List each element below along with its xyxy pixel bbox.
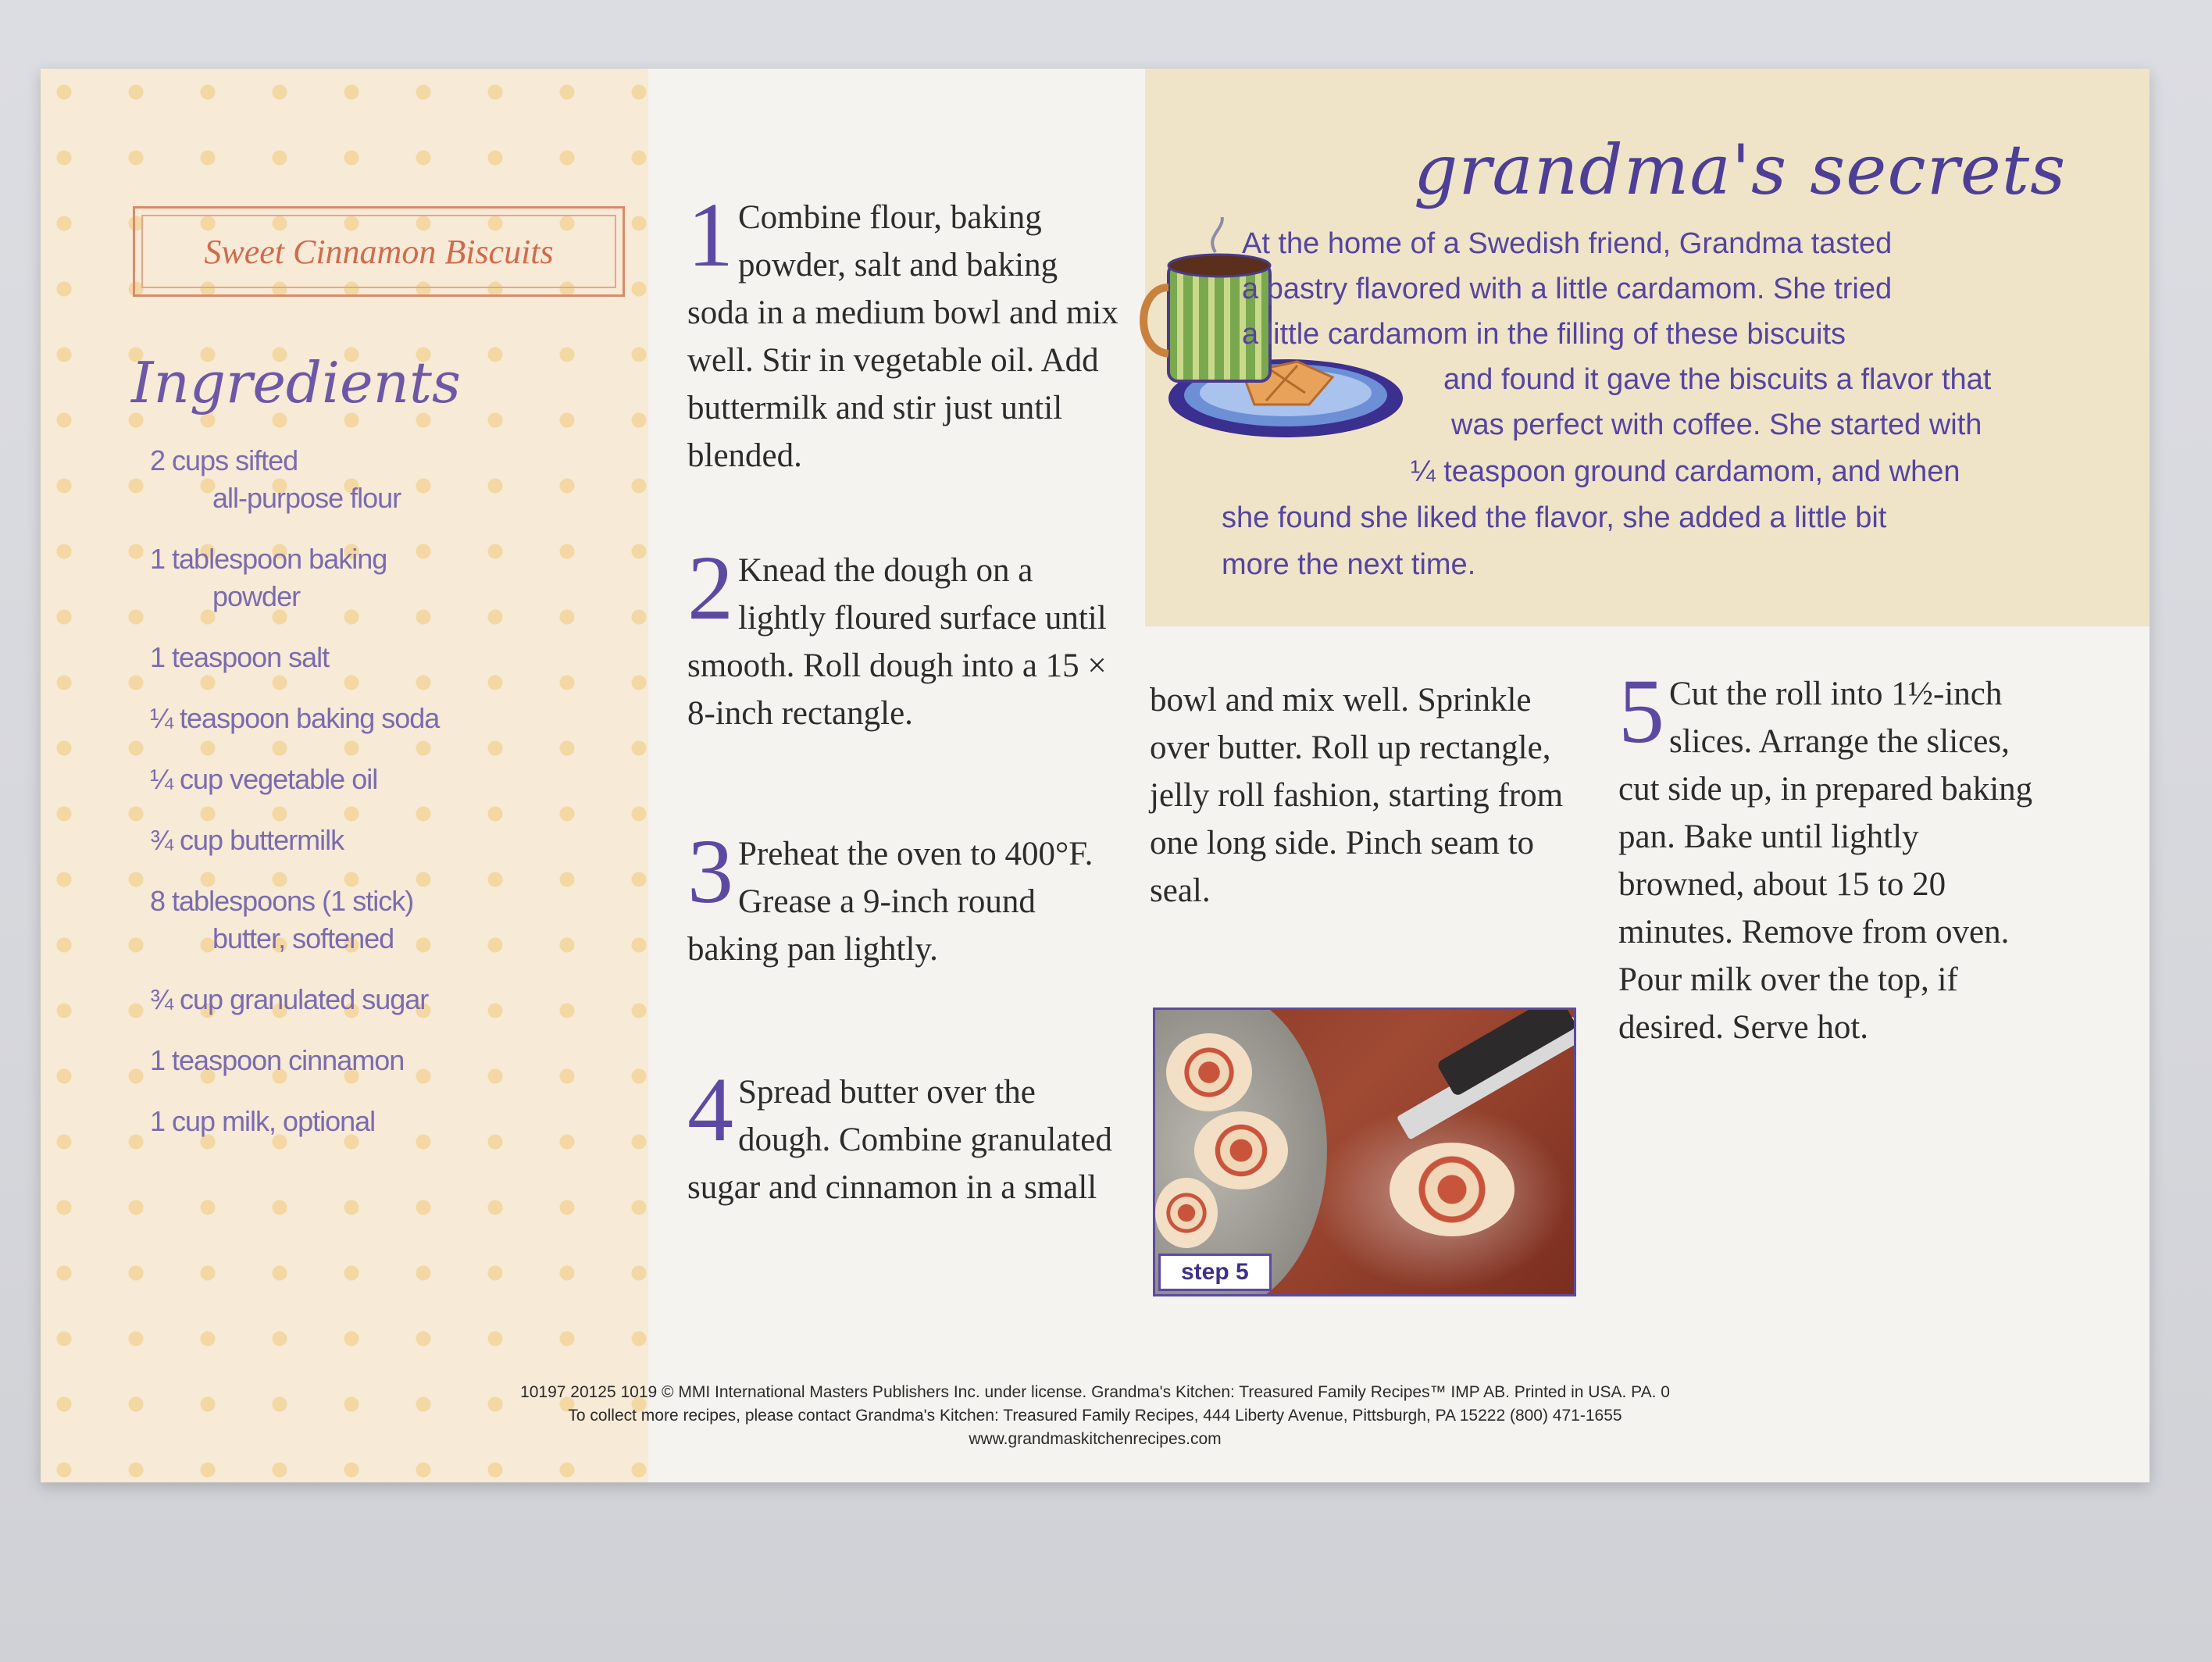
ingredient-item: 1 teaspoon salt — [150, 639, 587, 676]
ingredient-item: 2 cups sifted all-purpose flour — [150, 442, 587, 517]
secret-text-line: was perfect with coffee. She started wit… — [1451, 408, 1982, 441]
website-link[interactable]: www.grandmaskitchenrecipes.com — [41, 1428, 2150, 1451]
ingredient-line: ¾ cup buttermilk — [150, 824, 344, 856]
secret-text-line: ¼ teaspoon ground cardamom, and when — [1411, 455, 1960, 488]
photo-step-label: step 5 — [1158, 1254, 1272, 1291]
step-number: 5 — [1618, 660, 1664, 762]
ingredient-item: ¼ teaspoon baking soda — [150, 700, 587, 737]
ingredient-line: ¾ cup granulated sugar — [150, 983, 429, 1015]
ingredient-line: all-purpose flour — [212, 482, 401, 514]
ingredient-line: powder — [212, 580, 301, 612]
ingredients-list: 2 cups sifted all-purpose flour 1 tablesp… — [150, 442, 587, 1164]
secret-text-line: At the home of a Swedish friend, Grandma… — [1242, 227, 1893, 260]
secrets-heading: grandma's secrets — [1414, 130, 2067, 210]
recipe-title: Sweet Cinnamon Biscuits — [204, 232, 554, 271]
step-text: bowl and mix well. Sprinkle over butter.… — [1150, 682, 1564, 909]
ingredient-line: 1 cup milk, optional — [150, 1105, 376, 1137]
step-4-continued: bowl and mix well. Sprinkle over butter.… — [1150, 676, 1587, 915]
ingredients-sidebar: Sweet Cinnamon Biscuits Ingredients 2 cu… — [41, 69, 648, 1482]
recipe-card: Sweet Cinnamon Biscuits Ingredients 2 cu… — [41, 69, 2150, 1482]
card-footer: 10197 20125 1019 © MMI International Mas… — [41, 1381, 2150, 1451]
step-text: Cut the roll into 1½-inch slices. Arrang… — [1618, 676, 2033, 1046]
ingredient-line: ¼ cup vegetable oil — [150, 763, 378, 795]
ingredient-line: 1 tablespoon baking — [150, 543, 387, 575]
step-number: 3 — [687, 820, 733, 922]
step-text: Knead the dough on a lightly floured sur… — [687, 552, 1107, 732]
ingredient-line: 1 teaspoon salt — [150, 641, 330, 673]
secret-text-line: and found it gave the biscuits a flavor … — [1443, 363, 1992, 396]
ingredient-item: 1 teaspoon cinnamon — [150, 1042, 587, 1079]
secret-text-line: a little cardamom in the filling of thes… — [1242, 318, 1846, 351]
ingredient-line: butter, softened — [212, 922, 394, 954]
biscuit-slice-image — [1194, 1111, 1288, 1189]
step-text: Spread butter over the dough. Combine gr… — [687, 1074, 1112, 1206]
ingredient-line: 8 tablespoons (1 stick) — [150, 885, 414, 917]
step-3: 3 Preheat the oven to 400°F. Grease a 9-… — [687, 820, 1109, 973]
ingredient-item: 8 tablespoons (1 stick) butter, softened — [150, 883, 587, 958]
recipe-title-box: Sweet Cinnamon Biscuits — [133, 206, 625, 297]
step-5-photo: step 5 — [1153, 1008, 1576, 1296]
biscuit-slice-image — [1155, 1178, 1218, 1248]
step-2: 2 Knead the dough on a lightly floured s… — [687, 537, 1122, 737]
grandmas-secrets-panel: grandma's secrets At the home of a Swedi… — [1140, 69, 2150, 626]
step-number: 1 — [687, 184, 733, 286]
ingredient-line: 2 cups sifted — [150, 444, 298, 476]
secret-text-line: a pastry flavored with a little cardamom… — [1242, 273, 1893, 305]
ingredient-item: 1 tablespoon baking powder — [150, 540, 587, 615]
contact-line: To collect more recipes, please contact … — [568, 1407, 1622, 1425]
biscuit-slice-image — [1166, 1033, 1252, 1111]
step-5: 5 Cut the roll into 1½-inch slices. Arra… — [1618, 660, 2040, 1051]
step-number: 4 — [687, 1058, 733, 1161]
ingredients-heading: Ingredients — [131, 350, 461, 416]
ingredient-item: 1 cup milk, optional — [150, 1103, 587, 1140]
ingredient-line: ¼ teaspoon baking soda — [150, 702, 440, 734]
step-4: 4 Spread butter over the dough. Combine … — [687, 1058, 1125, 1211]
step-text: Preheat the oven to 400°F. Grease a 9-in… — [687, 836, 1094, 968]
copyright-line: 10197 20125 1019 © MMI International Mas… — [520, 1383, 1670, 1401]
step-number: 2 — [687, 537, 733, 639]
dough-roll-image — [1390, 1143, 1515, 1236]
ingredient-item: ¼ cup vegetable oil — [150, 761, 587, 798]
secret-text-line: more the next time. — [1222, 548, 1476, 581]
ingredient-item: ¾ cup granulated sugar — [150, 981, 587, 1018]
ingredient-line: 1 teaspoon cinnamon — [150, 1044, 405, 1076]
step-text: Combine flour, baking powder, salt and b… — [687, 199, 1118, 474]
step-1: 1 Combine flour, baking powder, salt and… — [687, 184, 1122, 480]
ingredient-item: ¾ cup buttermilk — [150, 822, 587, 859]
secret-text-line: she found she liked the flavor, she adde… — [1222, 501, 1887, 534]
